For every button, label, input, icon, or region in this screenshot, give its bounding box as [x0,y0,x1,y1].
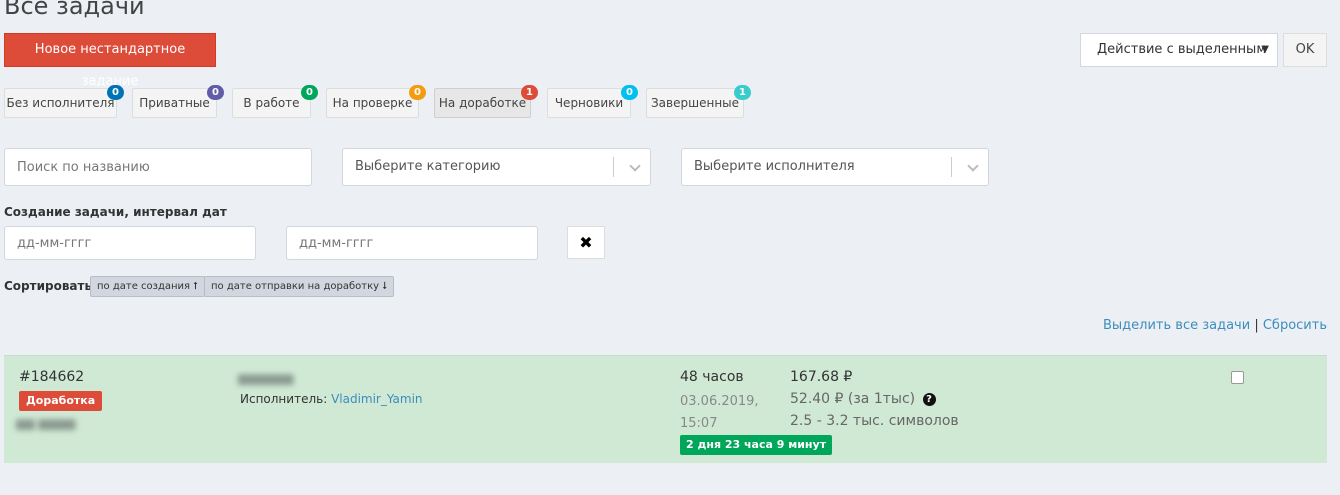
date-to-input[interactable] [299,227,537,259]
sort-by-rework-button[interactable]: по дате отправки на доработку ⭣ [204,276,394,297]
category-select[interactable]: Выберите категорию [342,148,651,186]
tab-private[interactable]: Приватные 0 [132,85,224,118]
page-title: Все задачи [4,0,145,20]
date-from-field[interactable] [4,226,256,260]
chevron-down-icon [967,160,979,172]
status-badge: Доработка [19,391,103,411]
category-placeholder: Выберите категорию [355,159,501,174]
tab-count-badge: 0 [301,85,318,100]
row-checkbox[interactable] [1231,371,1244,384]
ok-button[interactable]: OK [1283,33,1327,67]
performer-label: Исполнитель: [240,392,328,406]
performer-select[interactable]: Выберите исполнителя [681,148,989,186]
tab-label: На доработке [438,96,527,110]
tab-label: В работе [243,96,300,110]
task-row[interactable]: #184662 Доработка ▆▆ ▆▆▆▆ ▆▆▆▆▆▆ Исполни… [4,355,1327,463]
tab-in-progress[interactable]: В работе 0 [232,85,318,118]
task-price: 167.68 ₽ [790,369,853,385]
date-interval-label: Создание задачи, интервал дат [4,205,227,219]
link-separator: | [1254,318,1259,333]
redacted-title: ▆▆▆▆▆▆ [238,371,294,385]
new-task-button[interactable]: Новое нестандартное задание [4,33,216,89]
performer-placeholder: Выберите исполнителя [694,159,855,174]
chevron-down-icon [629,160,641,172]
tab-count-badge: 0 [409,85,426,100]
tab-label: Черновики [554,96,624,110]
task-hours: 48 часов [680,369,744,385]
select-divider [613,157,614,177]
select-divider [951,157,952,177]
tab-drafts[interactable]: Черновики 0 [547,85,638,118]
selection-links: Выделить все задачи | Сбросить [1103,318,1327,333]
tab-no-performer[interactable]: Без исполнителя 0 [4,85,124,118]
clear-dates-button[interactable]: ✖ [567,226,605,259]
question-icon[interactable]: ? [922,393,936,406]
sort-by-created-button[interactable]: по дате создания ⭡ [90,276,205,297]
search-input[interactable] [17,149,311,185]
reset-link[interactable]: Сбросить [1263,318,1327,333]
bulk-action-select[interactable]: Действие с выделенным ▼ [1080,33,1278,67]
task-id: #184662 [19,369,85,385]
tab-label: Без исполнителя [6,96,115,110]
sort-label: Сортировать: [4,279,97,293]
redacted-meta: ▆▆ ▆▆▆▆ [16,416,76,430]
performer-link[interactable]: Vladimir_Yamin [331,392,422,406]
tab-label: На проверке [332,96,413,110]
bulk-action-value: Действие с выделенным [1097,42,1267,57]
tab-label: Завершенные [650,96,740,110]
performer-info: Исполнитель: Vladimir_Yamin [240,392,423,406]
task-price-per: 52.40 ₽ (за 1тыс) ? [790,391,936,407]
tab-rework[interactable]: На доработке 1 [434,85,538,118]
tab-count-badge: 0 [621,85,638,100]
date-to-field[interactable] [286,226,538,260]
tab-completed[interactable]: Завершенные 1 [646,85,751,118]
select-all-link[interactable]: Выделить все задачи [1103,318,1250,333]
tab-count-badge: 0 [107,85,124,100]
search-field[interactable] [4,148,312,186]
tab-review[interactable]: На проверке 0 [326,85,426,118]
tab-count-badge: 1 [734,85,751,100]
date-from-input[interactable] [17,227,255,259]
task-date-time: 15:07 [680,416,718,431]
task-chars: 2.5 - 3.2 тыс. символов [790,413,959,429]
tab-count-badge: 0 [207,85,224,100]
task-date-day: 03.06.2019, [680,394,759,409]
timer-badge: 2 дня 23 часа 9 минут [680,435,833,455]
price-per-text: 52.40 ₽ (за 1тыс) [790,391,916,407]
tab-count-badge: 1 [521,85,538,100]
task-date: 03.06.2019, 15:07 [680,391,759,435]
close-icon: ✖ [579,233,593,252]
tab-label: Приватные [139,96,210,110]
caret-down-icon: ▼ [1261,44,1269,55]
